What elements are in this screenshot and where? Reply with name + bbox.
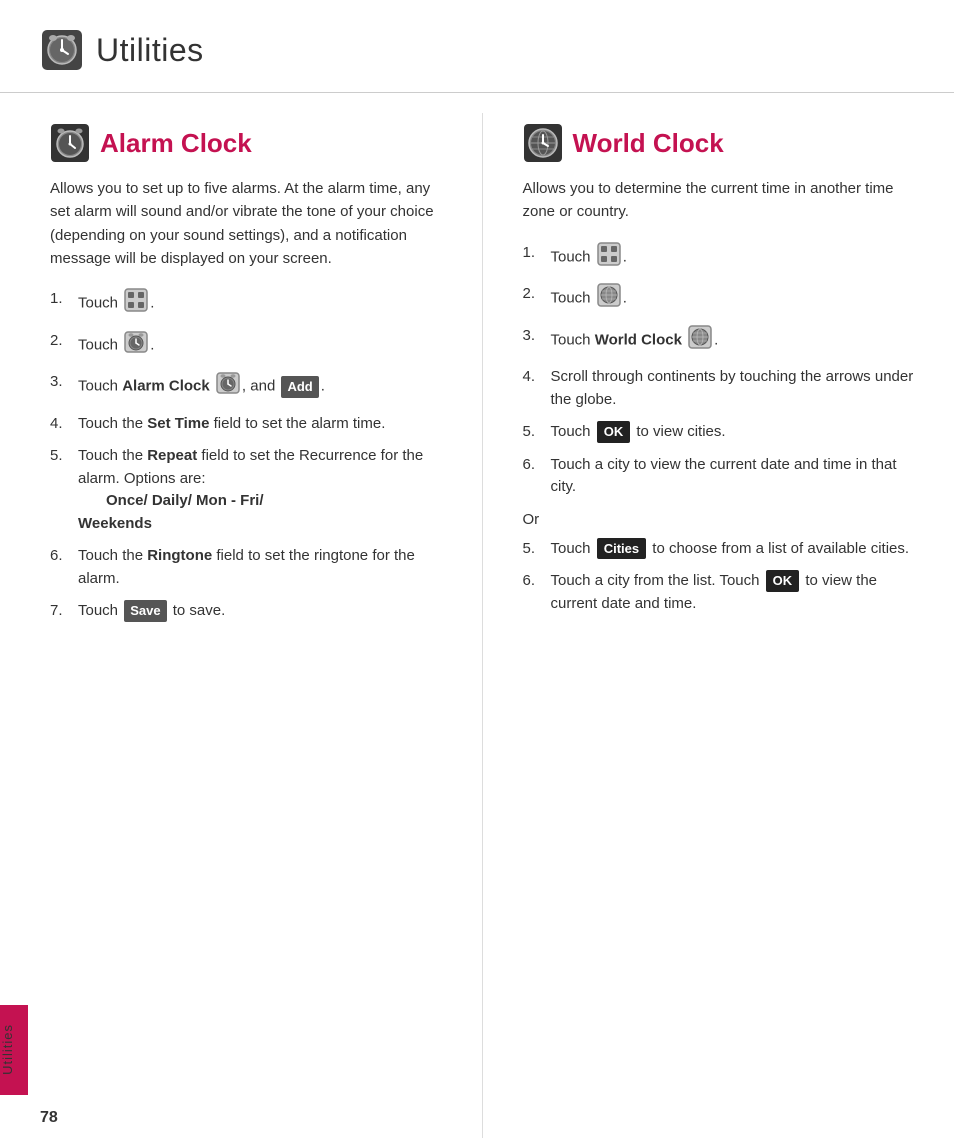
- alarm-clock-section: Alarm Clock Allows you to set up to five…: [0, 113, 483, 1138]
- world-step-5: 5. Touch OK to view cities.: [523, 421, 925, 444]
- alarm-step-3: 3. Touch Alarm Clock , and: [50, 371, 452, 403]
- alarm-clock-steps: 1. Touch . 2.: [50, 288, 452, 623]
- sidebar-label: Utilities: [0, 1014, 28, 1085]
- alarm-step-1: 1. Touch .: [50, 288, 452, 320]
- world-small-icon-step2: [597, 283, 621, 315]
- utilities-header-icon: [40, 28, 84, 72]
- alarm-clock-description: Allows you to set up to five alarms. At …: [50, 177, 452, 270]
- ringtone-bold: Ringtone: [147, 547, 212, 564]
- alarm-step-4: 4. Touch the Set Time field to set the a…: [50, 413, 452, 436]
- grid-icon-step1-right: [597, 242, 621, 274]
- page-header: Utilities: [0, 0, 954, 93]
- page-number: 78: [40, 1109, 58, 1127]
- page-title: Utilities: [96, 32, 204, 69]
- ok-button-label-2: OK: [766, 570, 800, 592]
- world-clock-description: Allows you to determine the current time…: [523, 177, 925, 224]
- world-clock-bold: World Clock: [595, 331, 682, 348]
- world-clock-section-icon: [523, 123, 563, 163]
- or-separator: Or: [523, 511, 925, 528]
- world-clock-alt-steps: 5. Touch Cities to choose from a list of…: [523, 538, 925, 616]
- set-time-bold: Set Time: [147, 415, 209, 432]
- repeat-bold: Repeat: [147, 447, 197, 464]
- save-button-label: Save: [124, 600, 166, 622]
- world-alt-step-5: 5. Touch Cities to choose from a list of…: [523, 538, 925, 561]
- world-step-2: 2. Touch .: [523, 283, 925, 315]
- world-clock-heading: World Clock: [523, 123, 925, 163]
- alarm-step-2: 2. Touch .: [50, 330, 452, 362]
- world-step-3: 3. Touch World Clock .: [523, 325, 925, 357]
- alarm-step-7: 7. Touch Save to save.: [50, 600, 452, 623]
- alarm-small-icon-step3-left: [216, 371, 240, 403]
- main-content: Alarm Clock Allows you to set up to five…: [0, 103, 954, 1138]
- alarm-step-6: 6. Touch the Ringtone field to set the r…: [50, 545, 452, 590]
- ok-button-label-1: OK: [597, 421, 631, 443]
- alarm-clock-bold: Alarm Clock: [122, 378, 210, 395]
- alarm-clock-title: Alarm Clock: [100, 128, 252, 159]
- grid-icon-step1-left: [124, 288, 148, 320]
- world-clock-title: World Clock: [573, 128, 724, 159]
- world-clock-section: World Clock Allows you to determine the …: [483, 113, 954, 1138]
- cities-button-label: Cities: [597, 538, 646, 560]
- alarm-step-5: 5. Touch the Repeat field to set the Rec…: [50, 445, 452, 535]
- world-step-4: 4. Scroll through continents by touching…: [523, 366, 925, 411]
- world-small-icon-step3: [688, 325, 712, 357]
- alarm-small-icon-step2-left: [124, 330, 148, 362]
- world-clock-steps: 1. Touch . 2.: [523, 242, 925, 499]
- repeat-options: Once/ Daily/ Mon - Fri/Weekends: [78, 492, 264, 532]
- world-step-6: 6. Touch a city to view the current date…: [523, 454, 925, 499]
- sidebar-bar: Utilities: [0, 805, 28, 1145]
- world-step-1: 1. Touch .: [523, 242, 925, 274]
- add-button-label: Add: [281, 376, 318, 398]
- alarm-clock-section-icon: [50, 123, 90, 163]
- world-alt-step-6: 6. Touch a city from the list. Touch OK …: [523, 570, 925, 615]
- alarm-clock-heading: Alarm Clock: [50, 123, 452, 163]
